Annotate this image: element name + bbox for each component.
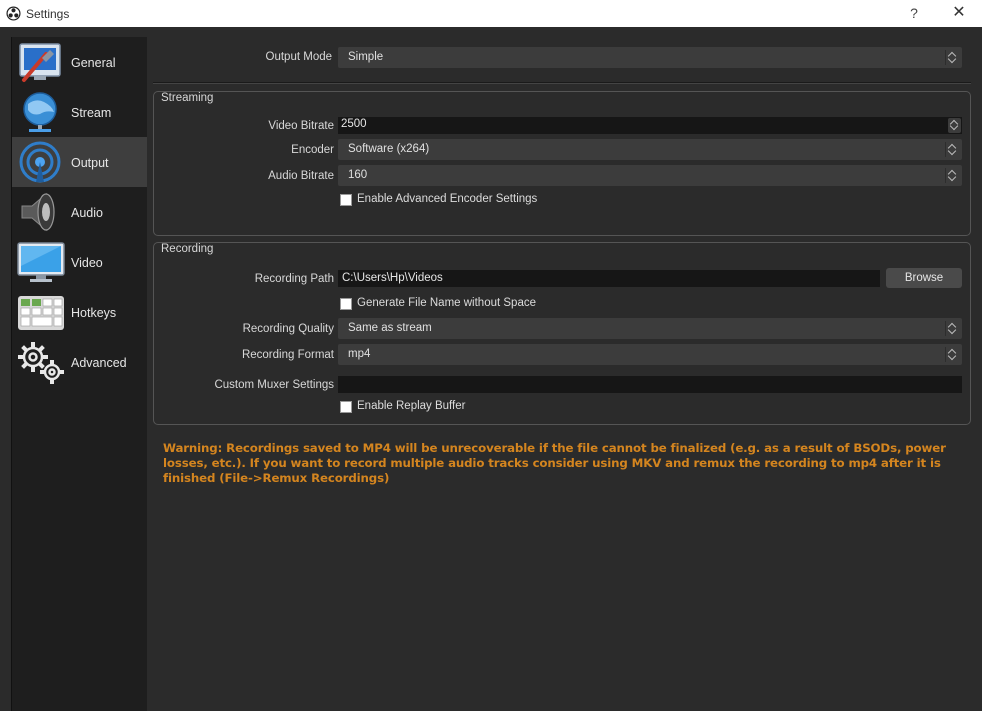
sidebar-item-label: Video <box>71 256 103 270</box>
replay-buffer-label: Enable Replay Buffer <box>357 400 466 412</box>
streaming-group: Streaming Video Bitrate 2500 Encoder Sof… <box>153 91 971 236</box>
advanced-encoder-label: Enable Advanced Encoder Settings <box>357 193 538 205</box>
custom-muxer-label: Custom Muxer Settings <box>214 379 334 391</box>
chevron-updown-icon <box>945 347 959 362</box>
sidebar-item-label: Output <box>71 156 109 170</box>
recording-quality-select[interactable]: Same as stream <box>338 318 962 339</box>
output-mode-select[interactable]: Simple <box>338 47 962 68</box>
sidebar-item-label: Audio <box>71 206 103 220</box>
recording-format-label: Recording Format <box>241 349 334 361</box>
recording-path-label: Recording Path <box>254 273 334 285</box>
stream-icon <box>23 92 57 132</box>
output-icon <box>19 141 61 183</box>
no-space-filename-checkbox[interactable]: Generate File Name without Space <box>340 297 600 311</box>
sidebar-item-video[interactable]: Video <box>12 237 148 287</box>
no-space-filename-label: Generate File Name without Space <box>357 297 536 309</box>
audio-bitrate-select[interactable]: 160 <box>338 165 962 186</box>
streaming-group-title: Streaming <box>161 92 214 104</box>
recording-group: Recording Recording Path C:\Users\Hp\Vid… <box>153 242 971 425</box>
recording-quality-value: Same as stream <box>348 322 432 334</box>
sidebar-item-audio[interactable]: Audio <box>12 187 148 237</box>
audio-bitrate-label: Audio Bitrate <box>268 170 334 182</box>
sidebar-item-hotkeys[interactable]: Hotkeys <box>12 287 148 337</box>
sidebar-item-advanced[interactable]: Advanced <box>12 337 148 387</box>
recording-format-select[interactable]: mp4 <box>338 344 962 365</box>
encoder-select[interactable]: Software (x264) <box>338 139 962 160</box>
checkbox-box[interactable] <box>340 401 352 413</box>
chevron-updown-icon <box>945 50 959 65</box>
output-mode-label: Output Mode <box>265 51 332 63</box>
replay-buffer-checkbox[interactable]: Enable Replay Buffer <box>340 400 600 414</box>
encoder-value: Software (x264) <box>348 143 430 155</box>
sidebar-item-general[interactable]: General <box>12 37 148 87</box>
help-button[interactable]: ? <box>906 3 922 23</box>
divider <box>153 82 971 84</box>
sidebar-item-label: Hotkeys <box>71 306 117 320</box>
video-bitrate-label: Video Bitrate <box>268 120 334 132</box>
recording-group-title: Recording <box>161 243 214 255</box>
chevron-updown-icon <box>945 168 959 183</box>
output-mode-value: Simple <box>348 51 384 63</box>
chevron-updown-icon <box>945 321 959 336</box>
output-settings-panel: Output Mode Simple Streaming Video Bitra… <box>147 27 982 711</box>
spin-arrows-icon[interactable] <box>948 118 961 133</box>
obs-logo-icon <box>6 6 21 21</box>
settings-sidebar: General Stream Output Audio Video Hotkey… <box>11 37 148 711</box>
recording-path-value: C:\Users\Hp\Videos <box>342 272 443 284</box>
sidebar-item-stream[interactable]: Stream <box>12 87 148 137</box>
title-bar: Settings ? ✕ <box>0 0 982 27</box>
audio-icon <box>21 192 55 232</box>
browse-button[interactable]: Browse <box>886 268 962 288</box>
audio-bitrate-value: 160 <box>348 169 368 181</box>
advanced-encoder-checkbox[interactable]: Enable Advanced Encoder Settings <box>340 193 600 207</box>
mp4-warning-text: Warning: Recordings saved to MP4 will be… <box>163 441 946 485</box>
recording-path-input[interactable]: C:\Users\Hp\Videos <box>338 270 880 287</box>
video-bitrate-spinbox[interactable]: 2500 <box>338 117 962 134</box>
recording-format-value: mp4 <box>348 348 371 360</box>
video-bitrate-value: 2500 <box>341 118 367 130</box>
hotkeys-icon <box>18 296 64 330</box>
video-icon <box>17 242 65 282</box>
advanced-icon <box>18 342 64 384</box>
window-title: Settings <box>26 7 70 21</box>
sidebar-item-label: General <box>71 56 116 70</box>
general-icon <box>19 43 61 82</box>
chevron-updown-icon <box>945 142 959 157</box>
checkbox-box[interactable] <box>340 194 352 206</box>
sidebar-item-label: Advanced <box>71 356 127 370</box>
sidebar-item-label: Stream <box>71 106 112 120</box>
sidebar-item-output[interactable]: Output <box>12 137 148 187</box>
encoder-label: Encoder <box>291 144 334 156</box>
checkbox-box[interactable] <box>340 298 352 310</box>
close-button[interactable]: ✕ <box>944 2 974 24</box>
recording-quality-label: Recording Quality <box>242 323 334 335</box>
custom-muxer-input[interactable] <box>338 376 962 393</box>
